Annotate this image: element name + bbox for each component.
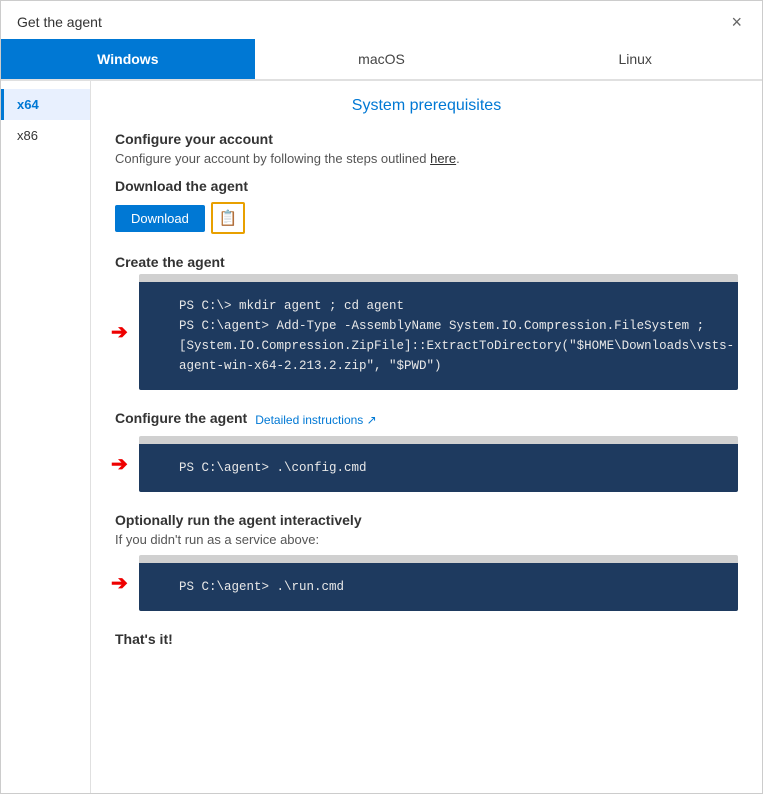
copy-icon: 📋 [218,209,237,227]
optional-run-code-block: PS C:\agent> .\run.cmd [139,563,738,611]
dialog-title: Get the agent [17,14,102,30]
configure-agent-section: Configure the agent Detailed instruction… [115,410,738,492]
close-button[interactable]: × [727,13,746,31]
dialog-header: Get the agent × [1,1,762,39]
create-code-line4: agent-win-x64-2.213.2.zip", "$PWD") [179,359,442,373]
download-button[interactable]: Download [115,205,205,232]
optional-run-title: Optionally run the agent interactively [115,512,738,528]
download-agent-title: Download the agent [115,178,738,194]
configure-code-line: PS C:\agent> .\config.cmd [179,461,367,475]
download-agent-section: Download the agent Download 📋 [115,178,738,234]
copy-link-button[interactable]: 📋 [211,202,245,234]
arch-sidebar: x64 x86 [1,81,91,793]
optional-code-header-bar [139,555,738,563]
main-content: System prerequisites Configure your acco… [91,81,762,793]
create-agent-code-container: PS C:\> mkdir agent ; cd agent PS C:\age… [139,274,738,390]
configure-account-title: Configure your account [115,131,738,147]
optional-run-code-wrapper: ➔ PS C:\agent> .\run.cmd [139,555,738,611]
optional-run-subtitle: If you didn't run as a service above: [115,532,738,547]
content-area: x64 x86 System prerequisites Configure y… [1,81,762,793]
optional-run-arrow: ➔ [111,571,128,596]
sidebar-item-x64[interactable]: x64 [1,89,90,120]
sidebar-item-x86[interactable]: x86 [1,120,90,151]
optional-run-code-container: PS C:\agent> .\run.cmd [139,555,738,611]
tab-bar: Windows macOS Linux [1,39,762,81]
create-code-line2: PS C:\agent> Add-Type -AssemblyName Syst… [179,319,704,333]
thats-it-label: That's it! [115,631,738,647]
create-agent-code-block: PS C:\> mkdir agent ; cd agent PS C:\age… [139,282,738,390]
detailed-instructions-link[interactable]: Detailed instructions ↗ [255,413,376,427]
create-agent-section: Create the agent ➔ PS C:\> mkdir agent ;… [115,254,738,390]
create-code-line3: [System.IO.Compression.ZipFile]::Extract… [179,339,734,353]
optional-run-section: Optionally run the agent interactively I… [115,512,738,611]
create-agent-arrow: ➔ [111,320,128,345]
create-code-line1: PS C:\> mkdir agent ; cd agent [179,299,404,313]
download-buttons-row: Download 📋 [115,202,738,234]
configure-agent-code-container: PS C:\agent> .\config.cmd [139,436,738,492]
configure-account-section: Configure your account Configure your ac… [115,131,738,166]
tab-windows[interactable]: Windows [1,39,255,79]
configure-agent-title: Configure the agent [115,410,247,426]
tab-linux[interactable]: Linux [508,39,762,79]
configure-agent-arrow: ➔ [111,452,128,477]
optional-run-code-line: PS C:\agent> .\run.cmd [179,580,344,594]
section-prerequisites-title: System prerequisites [115,97,738,115]
configure-agent-code-wrapper: ➔ PS C:\agent> .\config.cmd [139,436,738,492]
configure-code-header-bar [139,436,738,444]
code-header-bar [139,274,738,282]
here-link[interactable]: here [430,151,456,166]
get-agent-dialog: Get the agent × Windows macOS Linux x64 … [0,0,763,794]
tab-macos[interactable]: macOS [255,39,509,79]
create-agent-title: Create the agent [115,254,738,270]
configure-agent-heading-row: Configure the agent Detailed instruction… [115,410,738,430]
configure-account-description: Configure your account by following the … [115,151,738,166]
configure-agent-code-block: PS C:\agent> .\config.cmd [139,444,738,492]
create-agent-code-wrapper: ➔ PS C:\> mkdir agent ; cd agent PS C:\a… [139,274,738,390]
